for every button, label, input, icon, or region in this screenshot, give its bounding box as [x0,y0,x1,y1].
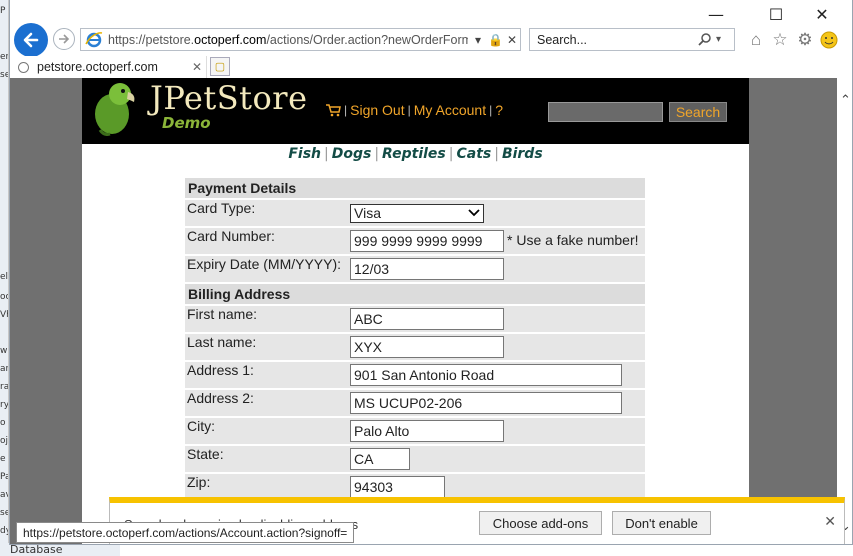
screen: Perse elocVh wiarra ryooj ePaav sedy Dat… [0,0,853,556]
last-name-label: Last name: [185,334,348,360]
logo-subtitle: Demo [162,114,211,132]
new-tab-button[interactable]: ▢ [210,57,230,76]
scroll-up-icon[interactable]: ⌃ [837,91,852,108]
menu-separator: | [407,103,411,117]
page-viewport: JPetStore Demo | Sign Out | My Account |… [10,78,837,544]
logo-title[interactable]: JPetStore [150,79,308,117]
dont-enable-button[interactable]: Don't enable [612,511,711,535]
choose-addons-button[interactable]: Choose add-ons [479,511,602,535]
status-bar-url: https://petstore.octoperf.com/actions/Ac… [16,522,355,543]
close-icon[interactable]: ✕ [824,513,836,530]
stop-icon[interactable]: ✕ [505,33,519,47]
help-link[interactable]: ? [495,102,503,118]
card-type-select[interactable]: Visa [350,203,484,223]
my-account-link[interactable]: My Account [414,102,486,118]
quicklink-separator: | [324,146,329,162]
vertical-scrollbar[interactable]: ⌃ ⌄ [837,78,852,544]
site-search-input[interactable] [548,102,663,122]
back-arrow-icon [23,32,39,48]
close-tab-icon[interactable]: ✕ [192,60,206,74]
quicklink-reptiles[interactable]: Reptiles [382,146,446,162]
favorites-star-icon[interactable]: ☆ [770,30,790,50]
home-icon[interactable]: ⌂ [746,30,766,50]
card-number-input[interactable]: 999 9999 9999 9999 [350,230,504,252]
menu-separator: | [344,103,348,117]
city-label: City: [185,418,348,444]
sign-out-link[interactable]: Sign Out [350,102,404,118]
zip-input[interactable]: 94303 [350,476,445,498]
ie-logo-icon [85,31,103,47]
address1-label: Address 1: [185,362,348,388]
quicklink-separator: | [374,146,380,162]
browser-search-placeholder: Search... [537,32,588,47]
settings-gear-icon[interactable]: ⚙ [795,30,815,50]
quicklink-fish[interactable]: Fish [288,146,321,162]
navigation-bar: https://petstore.octoperf.com/actions/Or… [10,22,852,57]
quicklink-cats[interactable]: Cats [456,146,491,162]
back-button[interactable] [14,23,48,57]
site-search-button[interactable]: Search [669,102,727,122]
header-menu: | Sign Out | My Account | ? [325,102,503,118]
address2-input[interactable]: MS UCUP02-206 [350,392,622,414]
feedback-smiley-icon[interactable] [819,30,839,50]
browser-search-box[interactable]: Search... ▾ [529,28,735,51]
parrot-logo-icon[interactable] [90,80,140,136]
city-input[interactable]: Palo Alto [350,420,504,442]
payment-details-heading: Payment Details [185,178,645,198]
state-input[interactable]: CA [350,448,410,470]
dropdown-arrow-icon[interactable]: ▾ [471,33,485,47]
site-header: JPetStore Demo | Sign Out | My Account |… [82,78,749,144]
tab-label: petstore.octoperf.com [37,60,158,74]
search-dropdown-icon[interactable]: ▾ [716,34,721,45]
card-type-label: Card Type: [185,200,348,226]
address-url[interactable]: https://petstore.octoperf.com/actions/Or… [108,33,468,47]
tab-petstore[interactable]: petstore.octoperf.com ✕ [11,56,207,78]
tab-strip: petstore.octoperf.com ✕ ▢ [10,56,852,78]
billing-address-heading: Billing Address [185,284,645,304]
last-name-input[interactable]: XYX [350,336,504,358]
browser-window: — ☐ ✕ https://petstore.octoperf.com/acti… [9,0,853,545]
first-name-label: First name: [185,306,348,332]
address2-label: Address 2: [185,390,348,416]
card-type-value: Visa [354,205,381,221]
background-window-edge: Perse elocVh wiarra ryooj ePaav sedy [0,0,9,556]
quicklink-dogs[interactable]: Dogs [332,146,372,162]
card-number-label: Card Number: [185,228,348,254]
card-number-note: * Use a fake number! [507,231,639,248]
lock-icon[interactable]: 🔒 [488,33,503,47]
quicklink-separator: | [494,146,499,162]
address-bar[interactable]: https://petstore.octoperf.com/actions/Or… [80,28,521,51]
search-icon[interactable] [697,32,713,48]
expiry-date-label: Expiry Date (MM/YYYY): [185,256,348,282]
chevron-down-icon [468,209,480,217]
loading-icon [18,61,29,73]
petstore-page: JPetStore Demo | Sign Out | My Account |… [82,78,749,544]
cart-icon[interactable] [325,103,341,117]
forward-button[interactable] [53,28,75,50]
expiry-date-input[interactable]: 12/03 [350,258,504,280]
address1-input[interactable]: 901 San Antonio Road [350,364,622,386]
order-form: Payment Details Card Type: Visa Card Num… [185,176,645,502]
forward-arrow-icon [59,34,70,44]
quicklink-birds[interactable]: Birds [502,146,543,162]
menu-separator: | [489,103,493,117]
state-label: State: [185,446,348,472]
first-name-input[interactable]: ABC [350,308,504,330]
quicklink-separator: | [448,146,454,162]
quick-links: Fish | Dogs | Reptiles | Cats | Birds [82,146,749,162]
